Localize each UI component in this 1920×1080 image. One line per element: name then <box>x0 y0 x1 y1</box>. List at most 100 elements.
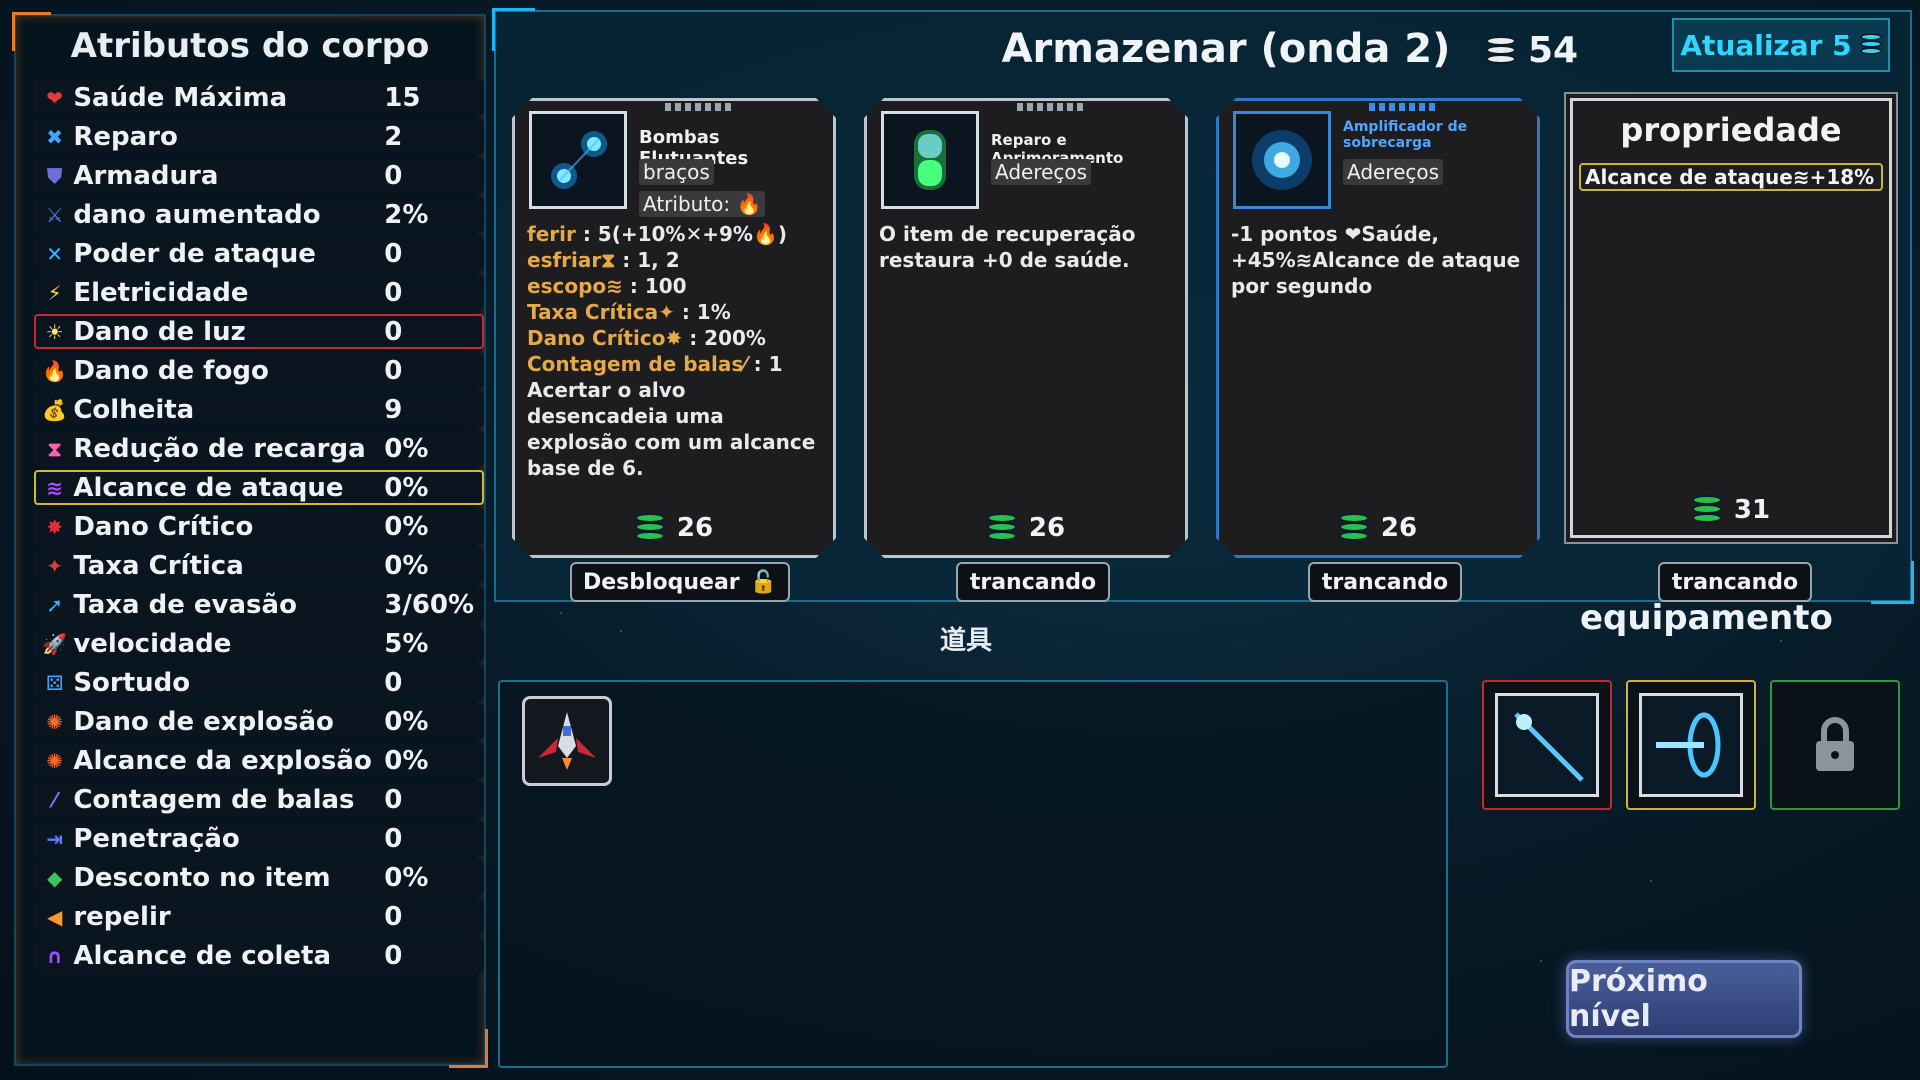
shop-card-repair-upgrade[interactable]: Reparo e Aprimoramento Adereços O item d… <box>864 98 1188 558</box>
attribute-row[interactable]: ✺ Alcance da explosão 0% <box>34 743 484 778</box>
padlock-icon: 🔓 <box>749 569 778 595</box>
items-box <box>498 680 1448 1068</box>
attribute-row[interactable]: ⇥ Penetração 0 <box>34 821 484 856</box>
coin-icon <box>1691 495 1722 525</box>
rocket-icon: 🚀 <box>42 631 68 656</box>
lock-button[interactable]: trancando <box>1308 562 1462 602</box>
attribute-row[interactable]: 💰 Colheita 9 <box>34 392 484 427</box>
attribute-row[interactable]: ⚔ dano aumentado 2% <box>34 197 484 232</box>
attribute-row[interactable]: ∩ Alcance de coleta 0 <box>34 938 484 973</box>
next-level-button[interactable]: Próximo nível <box>1566 960 1802 1038</box>
item-price: 26 <box>867 513 1185 543</box>
items-label: 道具 <box>940 626 993 656</box>
equipment-slot-locked <box>1770 680 1900 810</box>
dice-icon: ⚄ <box>45 670 64 695</box>
attribute-value: 0 <box>384 784 403 815</box>
property-stat-chip: Alcance de ataque≋+18% <box>1579 163 1883 191</box>
attribute-row[interactable]: ⚡ Eletricidade 0 <box>34 275 484 310</box>
spaceship-icon <box>538 712 596 770</box>
attribute-row[interactable]: 🚀 velocidade 5% <box>34 626 484 661</box>
shop-card-overload-amplifier[interactable]: Amplificador de sobrecarga Adereços -1 p… <box>1216 98 1540 558</box>
property-price: 31 <box>1573 495 1889 525</box>
sword-icon: ⚔ <box>45 202 64 227</box>
attribute-row[interactable]: ⧗ Redução de recarga 0% <box>34 431 484 466</box>
padlock-icon <box>1816 717 1854 771</box>
fire-icon: 🔥 <box>42 358 68 383</box>
effect-text: Acertar o alvo desencadeia uma explosão … <box>527 378 816 480</box>
attribute-label: Alcance da explosão <box>73 745 372 776</box>
coin-count: 54 <box>1528 30 1579 71</box>
attribute-row[interactable]: ✖ Reparo 2 <box>34 119 484 154</box>
running-man-icon: ➚ <box>46 592 64 617</box>
attribute-row[interactable]: ☀ Dano de luz 0 <box>34 314 484 349</box>
attribute-label: repelir <box>73 901 171 932</box>
attribute-row[interactable]: ➚ Taxa de evasão 3/60% <box>34 587 484 622</box>
attribute-value: 0% <box>384 472 429 503</box>
coin-counter: 54 <box>1486 30 1578 71</box>
wifi-range-icon: ≋ <box>46 475 64 500</box>
equipment-slot-1[interactable] <box>1482 680 1612 810</box>
unlock-button[interactable]: Desbloquear 🔓 <box>570 562 790 602</box>
attribute-label: Armadura <box>73 160 219 191</box>
attribute-row[interactable]: ◀ repelir 0 <box>34 899 484 934</box>
attribute-label: Colheita <box>73 394 195 425</box>
equipment-slot-2[interactable] <box>1626 680 1756 810</box>
attribute-row[interactable]: ⁄ Contagem de balas 0 <box>34 782 484 817</box>
attribute-value: 0% <box>384 433 429 464</box>
property-card[interactable]: propriedade Alcance de ataque≋+18% 31 <box>1570 98 1892 538</box>
lock-button[interactable]: trancando <box>956 562 1110 602</box>
item-slot-spaceship[interactable] <box>522 696 612 786</box>
repair-capsule-icon <box>881 111 979 209</box>
item-attribute-tag: Atributo: 🔥 <box>639 191 765 217</box>
attribute-value: 5% <box>384 628 429 659</box>
shop-card-floating-bombs[interactable]: Bombas Flutuantes braços Atributo: 🔥 fer… <box>512 98 836 558</box>
attribute-value: 3/60% <box>384 589 475 620</box>
attribute-value: 0 <box>384 277 403 308</box>
item-description: O item de recuperação restaura +0 de saú… <box>879 222 1136 272</box>
attribute-label: Poder de ataque <box>73 238 316 269</box>
attribute-row[interactable]: ⛊ Armadura 0 <box>34 158 484 193</box>
repel-icon: ◀ <box>46 904 63 929</box>
coin-icon <box>1486 35 1516 66</box>
attribute-row[interactable]: 🔥 Dano de fogo 0 <box>34 353 484 388</box>
heart-icon: ❤ <box>46 85 64 110</box>
attribute-value: 2% <box>384 199 429 230</box>
attribute-row[interactable]: ✸ Dano Crítico 0% <box>34 509 484 544</box>
attributes-list: ❤ Saúde Máxima 15 ✖ Reparo 2 ⛊ Armadura 0 ⚔ dano a… <box>34 80 484 977</box>
amplifier-orb-icon <box>1233 111 1331 209</box>
sun-icon: ☀ <box>45 319 64 344</box>
attribute-row[interactable]: ✕ Poder de ataque 0 <box>34 236 484 271</box>
lightning-icon: ⚡ <box>47 280 62 305</box>
attribute-value: 0 <box>384 940 403 971</box>
attribute-row[interactable]: ✺ Dano de explosão 0% <box>34 704 484 739</box>
item-description: -1 pontos ❤Saúde, +45%≋Alcance de ataque… <box>1231 222 1521 298</box>
laser-weapon-icon <box>1495 693 1599 797</box>
stat-line: ferir : 5(+10%✕+9%🔥) <box>527 222 787 246</box>
attribute-value: 0 <box>384 355 403 386</box>
attribute-label: Alcance de coleta <box>73 940 332 971</box>
lock-button[interactable]: trancando <box>1658 562 1812 602</box>
attribute-label: Eletricidade <box>73 277 249 308</box>
attribute-value: 2 <box>384 121 403 152</box>
attribute-row[interactable]: ✦ Taxa Crítica 0% <box>34 548 484 583</box>
attribute-label: Desconto no item <box>73 862 331 893</box>
attribute-label: Dano de fogo <box>73 355 269 386</box>
penetration-icon: ⇥ <box>46 826 64 851</box>
shop-panel: Armazenar (onda 2) 54 Atualizar 5 Bombas… <box>492 8 1914 604</box>
coin-icon <box>1859 33 1882 57</box>
item-price: 26 <box>1219 513 1537 543</box>
attribute-label: dano aumentado <box>73 199 321 230</box>
hourglass-icon: ⧗ <box>47 436 62 461</box>
card-stripe <box>1369 103 1439 111</box>
attribute-row[interactable]: ≋ Alcance de ataque 0% <box>34 470 484 505</box>
attribute-label: Redução de recarga <box>73 433 366 464</box>
attribute-row[interactable]: ◆ Desconto no item 0% <box>34 860 484 895</box>
attribute-row[interactable]: ❤ Saúde Máxima 15 <box>34 80 484 115</box>
attribute-value: 0% <box>384 550 429 581</box>
attribute-label: Reparo <box>73 121 178 152</box>
attribute-row[interactable]: ⚄ Sortudo 0 <box>34 665 484 700</box>
stat-line: escopo≋ : 100 <box>527 274 687 298</box>
bullet-icon: ⁄ <box>52 787 57 812</box>
refresh-button[interactable]: Atualizar 5 <box>1672 18 1890 72</box>
attribute-label: Sortudo <box>73 667 191 698</box>
